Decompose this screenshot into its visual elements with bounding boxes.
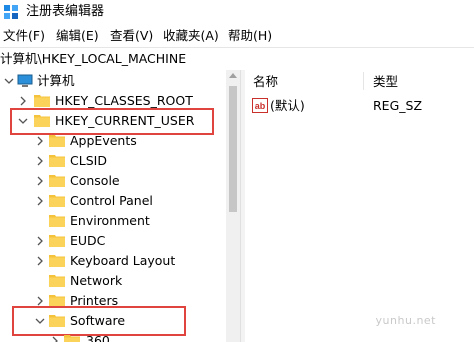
folder-icon	[34, 95, 50, 107]
title-bar: 注册表编辑器	[0, 0, 474, 24]
scrollbar-thumb[interactable]	[229, 86, 237, 212]
folder-icon	[49, 235, 65, 247]
chevron-right-icon[interactable]	[34, 195, 46, 207]
address-path[interactable]: 计算机\HKEY_LOCAL_MACHINE	[0, 50, 186, 67]
value-type: REG_SZ	[373, 98, 423, 113]
column-header-type[interactable]: 类型	[373, 74, 398, 90]
column-header-name[interactable]: 名称	[253, 74, 278, 90]
tree-node-keyboard-layout[interactable]: Keyboard Layout	[0, 251, 226, 271]
tree-label: Keyboard Layout	[70, 253, 176, 268]
tree-node-computer[interactable]: 计算机	[0, 71, 226, 91]
string-value-icon: ab	[252, 98, 268, 113]
chevron-right-icon[interactable]	[34, 135, 46, 147]
tree-label: 360	[86, 333, 110, 342]
key-tree: 计算机 HKEY_CLASSES_ROOT HKEY_CURRENT_USER …	[0, 70, 242, 342]
chevron-right-icon[interactable]	[34, 235, 46, 247]
folder-icon	[49, 275, 65, 287]
folder-icon	[49, 155, 65, 167]
values-pane: 名称 类型 ab (默认) REG_SZ	[245, 70, 474, 342]
tree-label: Console	[70, 173, 120, 188]
tree-label: Control Panel	[70, 193, 153, 208]
watermark-text: yunhu.net	[375, 314, 436, 327]
tree-node-console[interactable]: Console	[0, 171, 226, 191]
menu-help[interactable]: 帮助(H)	[228, 27, 272, 45]
regedit-app-icon	[4, 5, 18, 19]
tree-label: Network	[70, 273, 123, 288]
tree-node-360[interactable]: 360	[0, 331, 226, 342]
chevron-right-icon[interactable]	[34, 175, 46, 187]
folder-icon	[49, 195, 65, 207]
tree-node-environment[interactable]: Environment	[0, 211, 226, 231]
folder-icon	[49, 255, 65, 267]
folder-icon	[49, 175, 65, 187]
menu-file[interactable]: 文件(F)	[3, 27, 45, 45]
scroll-up-arrow-icon[interactable]	[229, 73, 237, 78]
window-title: 注册表编辑器	[26, 4, 105, 19]
tree-node-network[interactable]: Network	[0, 271, 226, 291]
tree-scrollbar[interactable]	[226, 70, 240, 342]
folder-icon	[49, 135, 65, 147]
string-value-icon-text: ab	[255, 101, 266, 111]
tree-node-appevents[interactable]: AppEvents	[0, 131, 226, 151]
folder-icon	[64, 335, 80, 342]
tree-label: CLSID	[70, 153, 107, 168]
tree-label: AppEvents	[70, 133, 137, 148]
column-separator[interactable]	[363, 72, 364, 90]
tree-node-eudc[interactable]: EUDC	[0, 231, 226, 251]
chevron-right-icon[interactable]	[17, 95, 29, 107]
menu-bar: 文件(F) 编辑(E) 查看(V) 收藏夹(A) 帮助(H)	[0, 26, 474, 46]
chevron-right-icon[interactable]	[34, 155, 46, 167]
tree-node-clsid[interactable]: CLSID	[0, 151, 226, 171]
tree-node-control-panel[interactable]: Control Panel	[0, 191, 226, 211]
menu-view[interactable]: 查看(V)	[110, 27, 153, 45]
tree-label: EUDC	[70, 233, 106, 248]
computer-icon	[17, 74, 33, 87]
menu-edit[interactable]: 编辑(E)	[56, 27, 99, 45]
tree-label: Environment	[70, 213, 150, 228]
chevron-down-icon[interactable]	[3, 75, 15, 87]
folder-icon	[49, 215, 65, 227]
chevron-right-icon[interactable]	[34, 255, 46, 267]
menu-favorites[interactable]: 收藏夹(A)	[163, 27, 219, 45]
tree-label: 计算机	[37, 73, 75, 88]
chevron-right-icon[interactable]	[49, 335, 61, 342]
address-bar[interactable]: 计算机\HKEY_LOCAL_MACHINE	[0, 47, 474, 71]
value-name: (默认)	[270, 98, 305, 113]
